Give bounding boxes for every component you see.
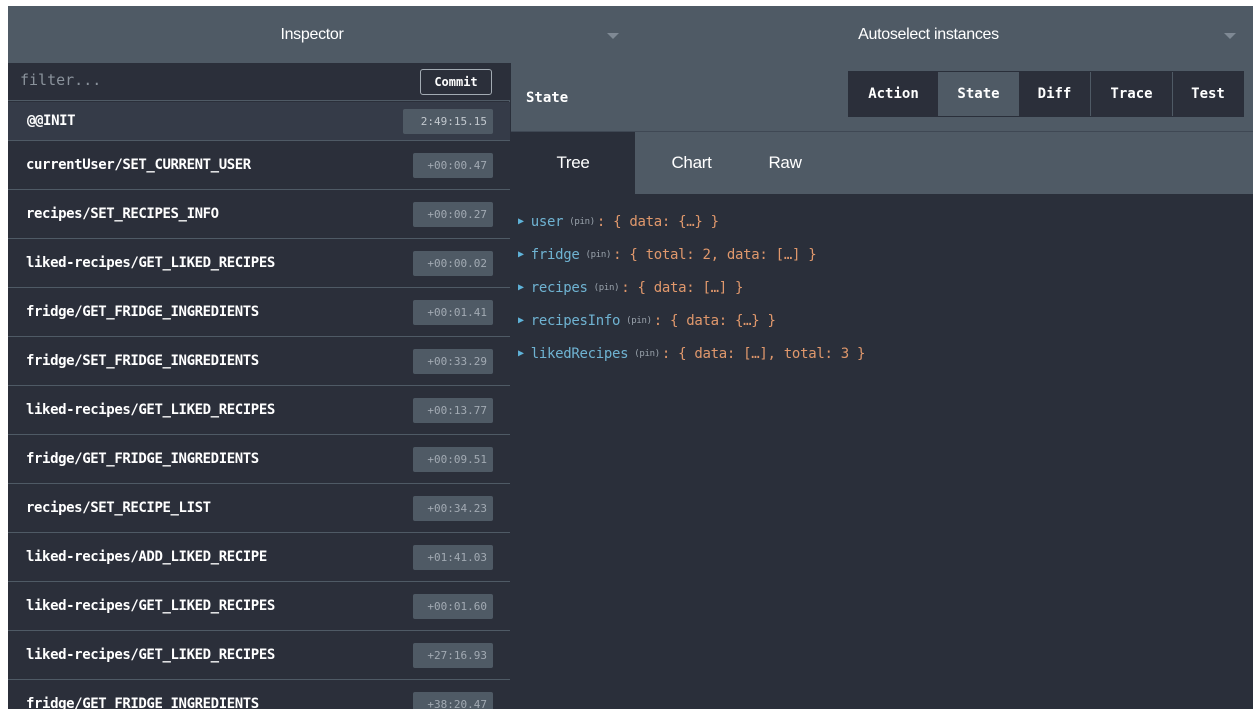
page-title: State	[526, 90, 569, 106]
action-name: recipes/SET_RECIPES_INFO	[26, 206, 219, 222]
action-timestamp: +00:01.60	[413, 593, 493, 619]
tree-key: user	[530, 213, 564, 230]
action-item[interactable]: @@INIT 2:49:15.15	[8, 102, 510, 141]
triangle-right-icon[interactable]: ▶	[518, 282, 524, 293]
tree-value: : { data: {…} }	[653, 312, 776, 329]
pin-link[interactable]: (pin)	[569, 217, 595, 227]
action-item[interactable]: recipes/SET_RECIPE_LIST +00:34.23	[8, 484, 510, 533]
redux-devtools-window: Inspector Autoselect instances Commit @@…	[8, 6, 1253, 709]
action-name: liked-recipes/GET_LIKED_RECIPES	[26, 598, 275, 614]
tab-test[interactable]: Test	[1173, 72, 1243, 116]
tree-value: : { data: {…} }	[596, 213, 719, 230]
tree-key: recipesInfo	[530, 312, 621, 329]
tree-key: recipes	[530, 279, 588, 296]
action-timestamp: +00:33.29	[413, 348, 493, 374]
action-item[interactable]: currentUser/SET_CURRENT_USER +00:00.47	[8, 141, 510, 190]
commit-button[interactable]: Commit	[420, 69, 492, 95]
action-timestamp: +00:00.02	[413, 250, 493, 276]
tree-value: : { data: […], total: 3 }	[661, 345, 866, 362]
triangle-right-icon[interactable]: ▶	[518, 216, 524, 227]
action-name: fridge/GET_FRIDGE_INGREDIENTS	[26, 304, 259, 320]
action-item[interactable]: liked-recipes/GET_LIKED_RECIPES +00:13.7…	[8, 386, 510, 435]
tab-tree[interactable]: Tree	[511, 132, 635, 194]
action-timestamp: +00:13.77	[413, 397, 493, 423]
action-item[interactable]: fridge/GET_FRIDGE_INGREDIENTS +00:01.41	[8, 288, 510, 337]
pin-link[interactable]: (pin)	[594, 283, 620, 293]
tab-raw[interactable]: Raw	[748, 132, 822, 194]
action-timestamp: +00:09.51	[413, 446, 493, 472]
state-panel: State Action State Diff Trace Test Tree …	[511, 63, 1253, 709]
state-header: State Action State Diff Trace Test	[511, 63, 1253, 132]
action-timestamp: +00:00.27	[413, 201, 493, 227]
tree-node[interactable]: ▶ recipes (pin) : { data: […] }	[511, 271, 1253, 304]
chevron-down-icon	[1224, 33, 1236, 39]
tab-trace[interactable]: Trace	[1091, 72, 1173, 116]
tree-key: fridge	[530, 246, 580, 263]
top-bar: Inspector Autoselect instances	[8, 6, 1253, 63]
action-item[interactable]: fridge/SET_FRIDGE_INGREDIENTS +00:33.29	[8, 337, 510, 386]
state-tree: ▶ user (pin) : { data: {…} } ▶ fridge (p…	[511, 194, 1253, 370]
tree-key: likedRecipes	[530, 345, 629, 362]
action-item[interactable]: liked-recipes/GET_LIKED_RECIPES +00:00.0…	[8, 239, 510, 288]
action-item[interactable]: recipes/SET_RECIPES_INFO +00:00.27	[8, 190, 510, 239]
pin-link[interactable]: (pin)	[626, 316, 652, 326]
action-name: recipes/SET_RECIPE_LIST	[26, 500, 211, 516]
pin-link[interactable]: (pin)	[586, 250, 612, 260]
inspector-select[interactable]: Inspector	[8, 6, 628, 63]
tree-value: : { total: 2, data: […] }	[613, 246, 817, 263]
action-name: liked-recipes/GET_LIKED_RECIPES	[26, 255, 275, 271]
pin-link[interactable]: (pin)	[634, 349, 660, 359]
filter-bar: Commit	[8, 63, 510, 101]
action-timestamp: +00:34.23	[413, 495, 493, 521]
inspector-select-label: Inspector	[280, 25, 344, 43]
action-timestamp: +27:16.93	[413, 642, 493, 668]
instances-select-label: Autoselect instances	[858, 25, 999, 43]
action-name: fridge/GET_FRIDGE_INGREDIENTS	[26, 696, 259, 709]
action-item[interactable]: liked-recipes/ADD_LIKED_RECIPE +01:41.03	[8, 533, 510, 582]
tree-node[interactable]: ▶ likedRecipes (pin) : { data: […], tota…	[511, 337, 1253, 370]
action-list: @@INIT 2:49:15.15 currentUser/SET_CURREN…	[8, 102, 510, 709]
tree-value: : { data: […] }	[621, 279, 744, 296]
action-name: fridge/SET_FRIDGE_INGREDIENTS	[26, 353, 259, 369]
triangle-right-icon[interactable]: ▶	[518, 348, 524, 359]
tree-node[interactable]: ▶ fridge (pin) : { total: 2, data: […] }	[511, 238, 1253, 271]
triangle-right-icon[interactable]: ▶	[518, 249, 524, 260]
action-name: currentUser/SET_CURRENT_USER	[26, 157, 251, 173]
tab-chart[interactable]: Chart	[635, 132, 748, 194]
action-timestamp: +00:00.47	[413, 152, 493, 178]
action-timestamp: +38:20.47	[413, 691, 493, 709]
action-name: fridge/GET_FRIDGE_INGREDIENTS	[26, 451, 259, 467]
instances-select[interactable]: Autoselect instances	[628, 6, 1253, 63]
action-timestamp: +00:01.41	[413, 299, 493, 325]
action-name: liked-recipes/GET_LIKED_RECIPES	[26, 647, 275, 663]
action-name: liked-recipes/GET_LIKED_RECIPES	[26, 402, 275, 418]
tree-node[interactable]: ▶ user (pin) : { data: {…} }	[511, 205, 1253, 238]
action-name: @@INIT	[27, 113, 76, 129]
action-timestamp: +01:41.03	[413, 544, 493, 570]
tree-node[interactable]: ▶ recipesInfo (pin) : { data: {…} }	[511, 304, 1253, 337]
triangle-right-icon[interactable]: ▶	[518, 315, 524, 326]
action-item[interactable]: liked-recipes/GET_LIKED_RECIPES +00:01.6…	[8, 582, 510, 631]
action-timestamp: 2:49:15.15	[403, 108, 493, 134]
filter-input[interactable]	[20, 67, 410, 93]
tab-diff[interactable]: Diff	[1019, 72, 1091, 116]
view-tab-group: Tree Chart Raw	[511, 132, 1253, 194]
action-item[interactable]: fridge/GET_FRIDGE_INGREDIENTS +00:09.51	[8, 435, 510, 484]
action-item[interactable]: liked-recipes/GET_LIKED_RECIPES +27:16.9…	[8, 631, 510, 680]
action-item[interactable]: fridge/GET_FRIDGE_INGREDIENTS +38:20.47	[8, 680, 510, 709]
tab-action[interactable]: Action	[849, 72, 939, 116]
action-name: liked-recipes/ADD_LIKED_RECIPE	[26, 549, 267, 565]
tab-state[interactable]: State	[939, 72, 1019, 116]
monitor-tab-group: Action State Diff Trace Test	[848, 71, 1244, 117]
action-list-panel: Commit @@INIT 2:49:15.15 currentUser/SET…	[8, 63, 510, 709]
